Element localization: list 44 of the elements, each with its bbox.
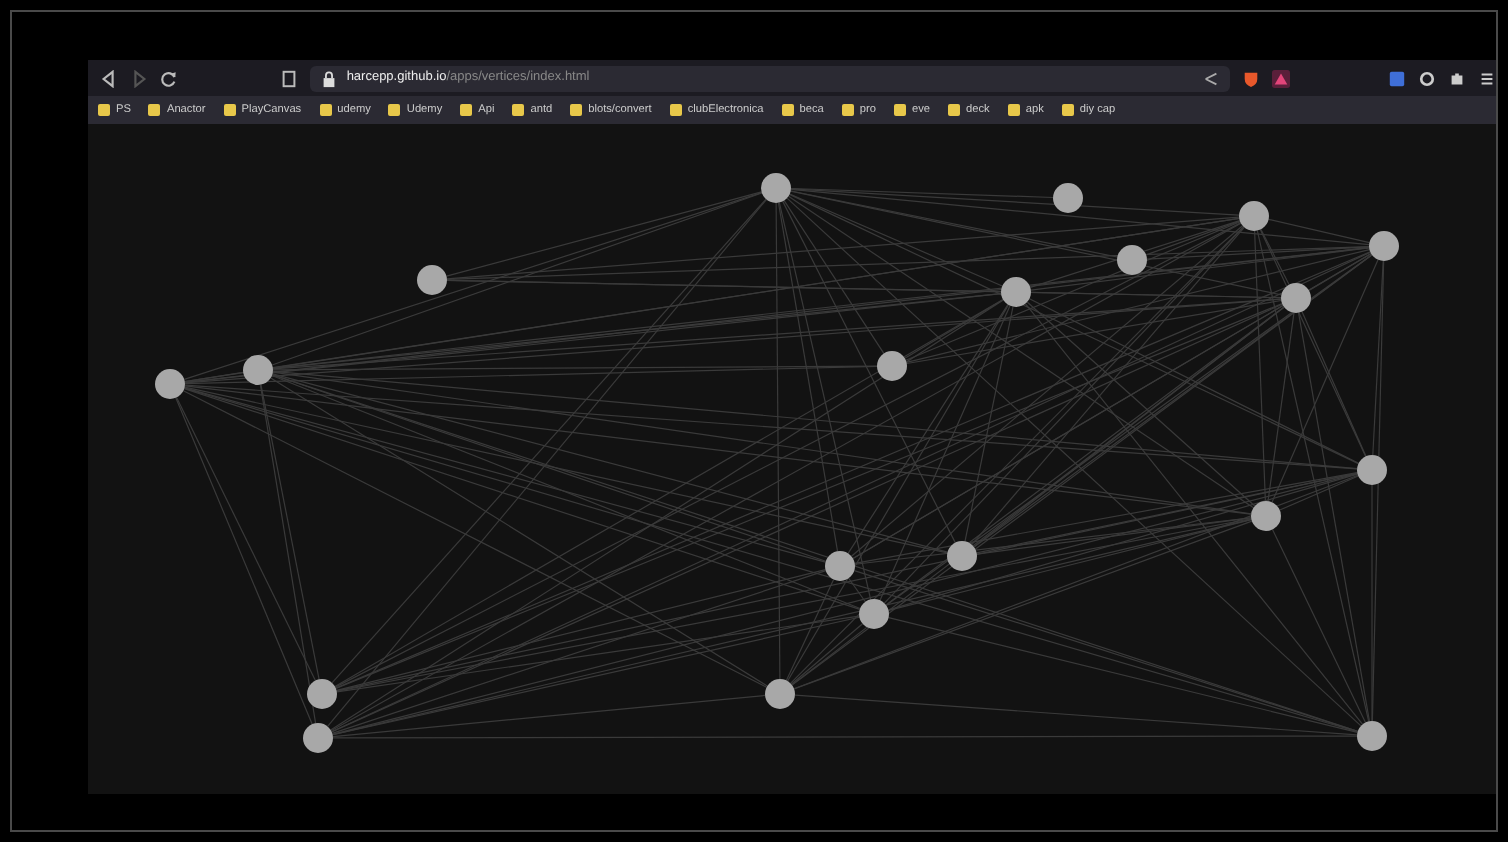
folder-icon (388, 103, 401, 116)
folder-icon (98, 103, 110, 116)
folder-icon (894, 103, 906, 116)
graph-node[interactable] (417, 265, 447, 295)
graph-node[interactable] (877, 351, 907, 381)
back-icon[interactable] (100, 69, 118, 87)
folder-icon (512, 103, 525, 116)
folder-icon (841, 103, 854, 116)
folder-icon (570, 103, 583, 116)
graph-node[interactable] (1239, 201, 1269, 231)
graph-node[interactable] (1053, 183, 1083, 213)
shield-icon[interactable] (1241, 69, 1260, 87)
folder-icon (948, 103, 961, 116)
menu-icon[interactable] (1478, 69, 1496, 87)
graph-node[interactable] (947, 541, 977, 571)
graph-node[interactable] (243, 355, 273, 385)
graph-node[interactable] (1001, 277, 1031, 307)
triangle-icon[interactable] (1271, 69, 1290, 87)
folder-icon (148, 103, 161, 116)
lock-icon (320, 69, 339, 87)
folder-icon (223, 103, 236, 116)
graph-node[interactable] (155, 369, 185, 399)
graph-node[interactable] (761, 173, 791, 203)
graph-node[interactable] (1117, 245, 1147, 275)
circle-icon[interactable] (1418, 69, 1436, 87)
folder-icon (319, 103, 332, 116)
graph-node[interactable] (1281, 283, 1311, 313)
folder-icon (781, 103, 794, 116)
folder-icon (1061, 103, 1074, 116)
graph-node[interactable] (307, 679, 337, 709)
reload-icon[interactable] (160, 69, 178, 87)
graph-node[interactable] (1357, 455, 1387, 485)
graph-node[interactable] (303, 723, 333, 753)
bookmark-icon[interactable] (280, 69, 299, 87)
graph-node[interactable] (1357, 721, 1387, 751)
graph-node[interactable] (765, 679, 795, 709)
graph-node[interactable] (1369, 231, 1399, 261)
folder-icon (1007, 103, 1020, 116)
graph-node[interactable] (1251, 501, 1281, 531)
graph-node[interactable] (859, 599, 889, 629)
folder-icon (460, 103, 473, 116)
folder-icon (669, 103, 682, 116)
share-icon[interactable] (1201, 69, 1220, 87)
graph-node[interactable] (825, 551, 855, 581)
